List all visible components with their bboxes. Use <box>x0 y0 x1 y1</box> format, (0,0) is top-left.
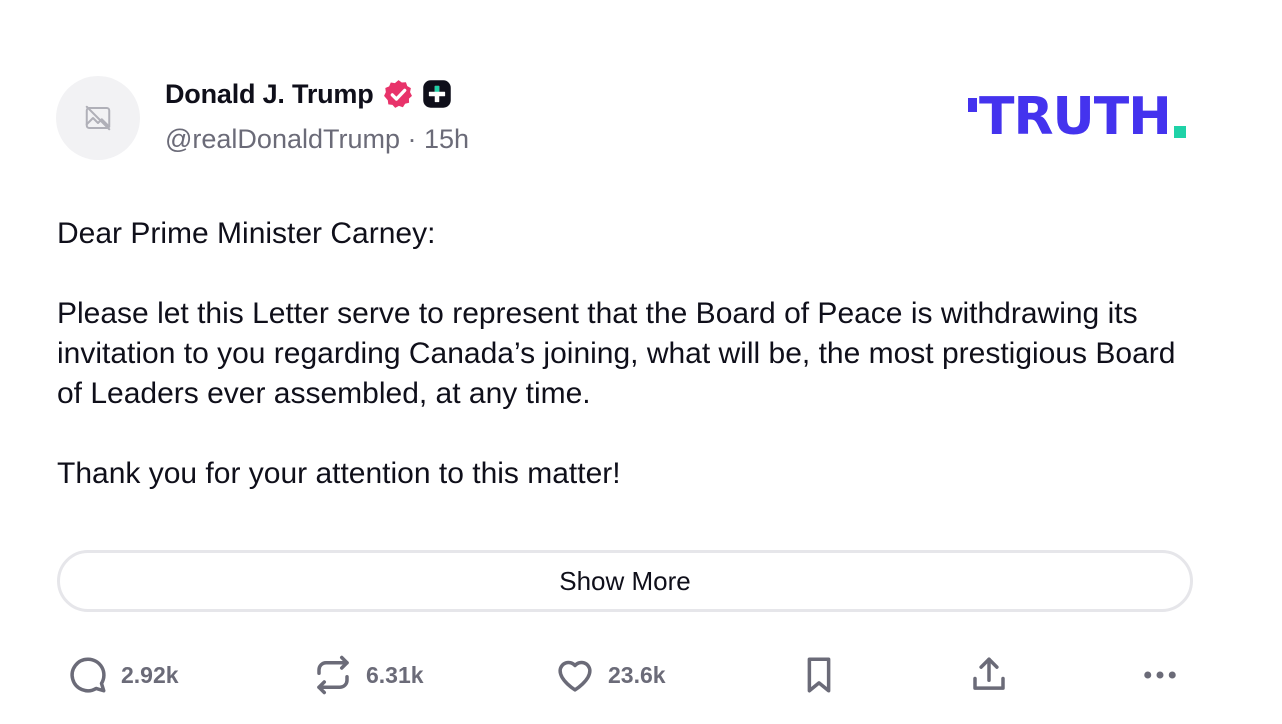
heart-icon <box>558 660 592 692</box>
truth-logo: TRUTH <box>968 87 1186 147</box>
bookmark-icon <box>807 657 831 693</box>
author-display-name[interactable]: Donald J. Trump <box>165 79 374 110</box>
avatar[interactable] <box>56 76 140 160</box>
logo-dot <box>1173 126 1186 138</box>
share-icon <box>973 657 1005 690</box>
post-paragraph: Dear Prime Minister Carney: <box>57 217 436 250</box>
post-paragraph: Thank you for your attention to this mat… <box>57 457 621 490</box>
more-icon <box>1144 671 1176 679</box>
retruth-button[interactable]: 6.31k <box>312 650 424 700</box>
image-placeholder-icon <box>85 105 111 131</box>
repost-icon <box>317 655 349 695</box>
author-name-row: Donald J. Trump <box>165 76 452 112</box>
logo-text: TRUTH <box>979 87 1172 147</box>
author-handle-row: @realDonaldTrump · 15h <box>165 124 469 155</box>
author-handle[interactable]: @realDonaldTrump <box>165 124 400 154</box>
post-timestamp[interactable]: 15h <box>424 124 469 154</box>
reply-button[interactable]: 2.92k <box>67 650 179 700</box>
action-bar: 2.92k 6.31k 23.6k <box>0 650 1282 700</box>
like-count: 23.6k <box>608 661 666 688</box>
more-options-button[interactable] <box>1139 650 1181 700</box>
post-paragraph: Please let this Letter serve to represen… <box>57 297 1184 410</box>
share-button[interactable] <box>968 650 1010 700</box>
post-body: Dear Prime Minister Carney: Please let t… <box>57 214 1197 534</box>
bookmark-button[interactable] <box>798 650 840 700</box>
meta-separator: · <box>400 124 424 154</box>
comment-icon <box>70 657 106 693</box>
retruth-count: 6.31k <box>366 661 424 688</box>
like-button[interactable]: 23.6k <box>554 650 666 700</box>
verified-badge-icon <box>383 79 412 108</box>
plus-badge-icon <box>422 80 451 108</box>
logo-tick <box>968 98 977 112</box>
reply-count: 2.92k <box>121 661 179 688</box>
show-more-button[interactable]: Show More <box>57 550 1193 612</box>
